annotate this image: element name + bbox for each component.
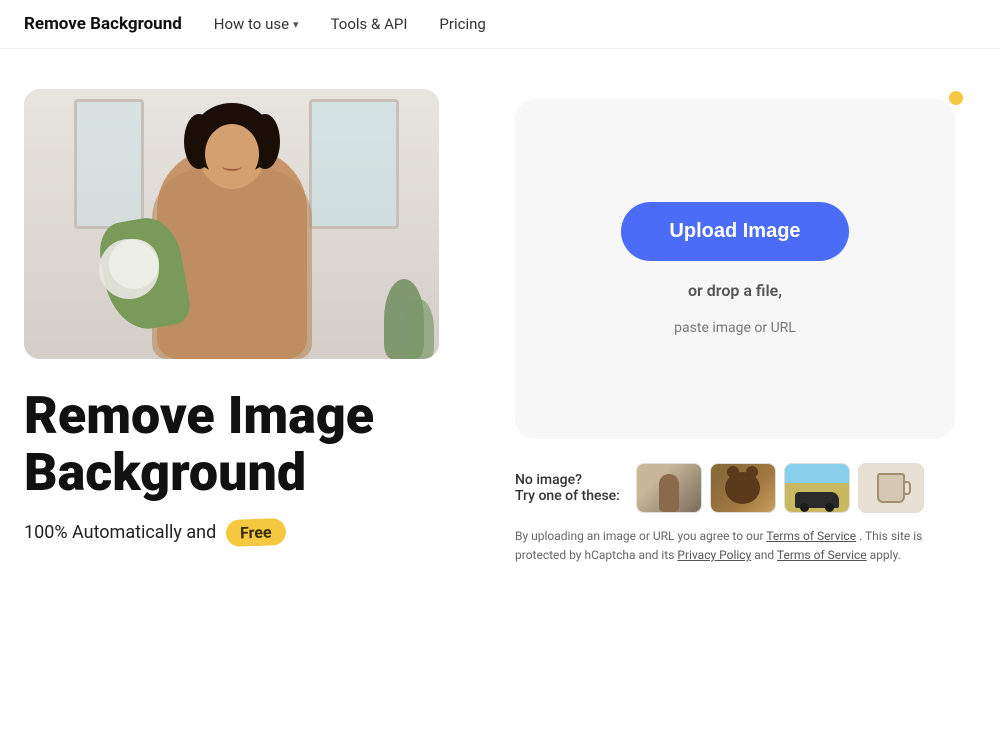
- chevron-down-icon: ▾: [293, 18, 299, 31]
- left-panel: Remove Image Background 100% Automatical…: [24, 89, 454, 546]
- drop-file-text: or drop a file,: [688, 281, 782, 300]
- sample-thumb-3[interactable]: [784, 463, 850, 513]
- nav-pricing[interactable]: Pricing: [439, 15, 485, 33]
- sample-thumb-1[interactable]: [636, 463, 702, 513]
- nav-how-to-use[interactable]: How to use ▾: [214, 15, 299, 33]
- privacy-policy-link[interactable]: Privacy Policy: [677, 548, 751, 562]
- upload-button[interactable]: Upload Image: [621, 202, 848, 261]
- sample-label: No image? Try one of these:: [515, 472, 620, 504]
- free-badge: Free: [226, 518, 286, 547]
- hero-image: [24, 89, 439, 359]
- nav-brand[interactable]: Remove Background: [24, 14, 182, 34]
- sample-section: No image? Try one of these:: [515, 463, 955, 513]
- terms-of-service-link-2[interactable]: Terms of Service: [777, 548, 867, 562]
- sample-images-row: [636, 463, 924, 513]
- drop-sub-text: paste image or URL: [674, 320, 796, 336]
- terms-text: By uploading an image or URL you agree t…: [515, 527, 955, 565]
- terms-of-service-link-1[interactable]: Terms of Service: [766, 529, 856, 543]
- right-panel: Upload Image or drop a file, paste image…: [494, 89, 976, 565]
- upload-dropzone[interactable]: Upload Image or drop a file, paste image…: [515, 99, 955, 439]
- navbar: Remove Background How to use ▾ Tools & A…: [0, 0, 1000, 49]
- yellow-dot-decoration: [949, 91, 963, 105]
- hero-photo-placeholder: [24, 89, 439, 359]
- nav-tools-api[interactable]: Tools & API: [331, 15, 408, 33]
- main-content: Remove Image Background 100% Automatical…: [0, 49, 1000, 605]
- sample-thumb-4[interactable]: [858, 463, 924, 513]
- sample-thumb-2[interactable]: [710, 463, 776, 513]
- hero-subtext: 100% Automatically and Free: [24, 519, 454, 546]
- hero-heading: Remove Image Background: [24, 387, 454, 501]
